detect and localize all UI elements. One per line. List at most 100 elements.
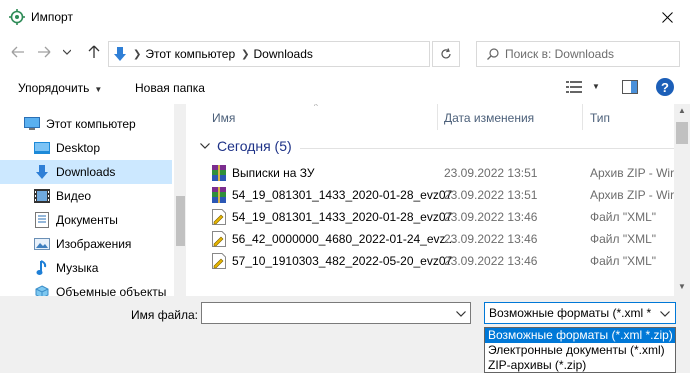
sidebar-item-documents[interactable]: Документы <box>0 208 172 232</box>
search-input[interactable]: Поиск в: Downloads <box>476 41 680 67</box>
filter-option[interactable]: ZIP-архивы (*.zip) <box>485 358 675 373</box>
sidebar-item-label: Музыка <box>56 261 99 275</box>
sort-caret-icon: ^ <box>314 104 318 111</box>
chevron-down-icon[interactable] <box>456 311 466 317</box>
sidebar-item-label: Видео <box>56 189 92 203</box>
up-button[interactable] <box>84 42 104 62</box>
file-type: Архив ZIP - Wir <box>590 166 675 180</box>
navigation-bar: ❯ Этот компьютер ❯ Downloads Поиск в: Do… <box>0 36 690 70</box>
scroll-down-icon[interactable]: ▼ <box>678 282 686 291</box>
file-name: 56_42_0000000_4680_2022-01-24_evz... <box>232 232 456 246</box>
filter-option[interactable]: Электронные документы (*.xml) <box>485 343 675 358</box>
file-date: 23.09.2022 13:51 <box>444 166 538 180</box>
file-name: Выписки на ЗУ <box>232 166 315 180</box>
file-name: 54_19_081301_1433_2020-01-28_evz07 <box>232 188 453 202</box>
file-date: 23.09.2022 13:46 <box>444 210 538 224</box>
sidebar-item-label: Downloads <box>56 165 116 179</box>
file-list-scrollbar[interactable]: ▲ ▼ <box>674 104 690 296</box>
navigation-pane: Этот компьютер Desktop Downloads Видео Д… <box>0 104 186 296</box>
arrow-right-icon <box>38 46 51 58</box>
file-row[interactable]: 57_10_1910303_482_2022-05-20_evz07 23.09… <box>192 250 674 272</box>
column-header-row: Имя Дата изменения Тип ^ <box>192 104 674 130</box>
sidebar-item-music[interactable]: Музыка <box>0 256 172 280</box>
sidebar-item-desktop[interactable]: Desktop <box>0 136 172 160</box>
sidebar-item-3d-objects[interactable]: Объемные объекты <box>0 280 172 296</box>
organize-button[interactable]: Упорядочить ▼ <box>18 81 102 95</box>
sidebar-item-this-pc[interactable]: Этот компьютер <box>0 112 172 136</box>
organize-label: Упорядочить <box>18 81 90 95</box>
video-folder-icon <box>34 188 50 204</box>
scroll-up-icon[interactable]: ▲ <box>678 106 686 115</box>
file-row[interactable]: 54_19_081301_1433_2020-01-28_evz07 23.09… <box>192 184 674 206</box>
download-arrow-icon <box>114 47 126 61</box>
file-type: Файл "XML" <box>590 232 657 246</box>
file-type: Архив ZIP - Wir <box>590 188 675 202</box>
music-note-icon <box>34 260 50 276</box>
computer-icon <box>24 116 40 132</box>
chevron-down-icon <box>200 143 210 149</box>
xml-file-icon <box>212 209 226 225</box>
title-bar: Импорт <box>0 0 690 36</box>
filename-label: Имя файла: <box>131 308 198 322</box>
sidebar-item-video[interactable]: Видео <box>0 184 172 208</box>
app-logo-icon <box>9 9 25 25</box>
download-arrow-icon <box>34 164 50 180</box>
forward-button[interactable] <box>34 42 54 62</box>
sidebar-scrollbar-thumb[interactable] <box>176 196 185 246</box>
filename-field[interactable] <box>201 302 471 324</box>
sidebar-item-label: Объемные объекты <box>56 285 167 296</box>
breadcrumb-downloads[interactable]: Downloads <box>254 47 313 61</box>
caret-down-icon: ▼ <box>94 85 103 94</box>
chevron-down-icon[interactable] <box>660 311 670 317</box>
sidebar-item-label: Документы <box>56 213 118 227</box>
arrow-left-icon <box>11 46 24 58</box>
file-name: 57_10_1910303_482_2022-05-20_evz07 <box>232 254 453 268</box>
column-header-date[interactable]: Дата изменения <box>444 111 534 125</box>
3d-objects-icon <box>34 284 50 296</box>
sidebar-scrollbar[interactable] <box>174 104 186 296</box>
column-divider[interactable] <box>582 104 583 130</box>
file-name: 54_19_081301_1433_2020-01-28_evz07 <box>232 210 453 224</box>
column-header-name[interactable]: Имя <box>212 111 235 125</box>
recent-locations-button[interactable] <box>60 42 74 62</box>
xml-file-icon <box>212 253 226 269</box>
column-header-type[interactable]: Тип <box>590 111 610 125</box>
group-label: Сегодня (5) <box>217 138 292 154</box>
caret-down-icon: ▼ <box>592 82 600 91</box>
filter-option[interactable]: Возможные форматы (*.xml *.zip) <box>485 328 675 343</box>
address-bar[interactable]: ❯ Этот компьютер ❯ Downloads <box>108 41 430 67</box>
group-divider <box>300 148 674 149</box>
desktop-folder-icon <box>34 140 50 156</box>
file-row[interactable]: 56_42_0000000_4680_2022-01-24_evz... 23.… <box>192 228 674 250</box>
file-row[interactable]: 54_19_081301_1433_2020-01-28_evz07 23.09… <box>192 206 674 228</box>
search-icon <box>487 48 499 60</box>
close-icon <box>661 11 673 23</box>
breadcrumb-this-pc[interactable]: Этот компьютер <box>145 47 235 61</box>
window-title: Импорт <box>31 10 73 24</box>
breadcrumb-separator-icon: ❯ <box>133 48 142 60</box>
help-icon: ? <box>656 78 674 96</box>
pictures-folder-icon <box>34 236 50 252</box>
column-divider[interactable] <box>437 104 438 130</box>
group-header-today[interactable]: Сегодня (5) <box>200 138 674 154</box>
documents-folder-icon <box>34 212 50 228</box>
preview-pane-button[interactable] <box>622 80 638 97</box>
help-button[interactable]: ? <box>656 78 674 99</box>
file-date: 23.09.2022 13:46 <box>444 254 538 268</box>
sidebar-item-label: Этот компьютер <box>46 117 136 131</box>
sidebar-item-label: Desktop <box>56 141 101 155</box>
sidebar-item-downloads[interactable]: Downloads <box>0 160 172 184</box>
refresh-button[interactable] <box>432 41 460 67</box>
file-row[interactable]: Выписки на ЗУ 23.09.2022 13:51 Архив ZIP… <box>192 162 674 184</box>
search-placeholder: Поиск в: Downloads <box>505 47 614 61</box>
back-button[interactable] <box>8 42 28 62</box>
close-button[interactable] <box>644 0 690 34</box>
change-view-button[interactable]: ▼ <box>566 80 600 97</box>
file-type-filter[interactable]: Возможные форматы (*.xml * <box>484 302 676 324</box>
breadcrumb-separator-icon: ❯ <box>241 48 250 60</box>
sidebar-item-pictures[interactable]: Изображения <box>0 232 172 256</box>
file-list-scrollbar-thumb[interactable] <box>676 122 688 144</box>
file-type-dropdown-list: Возможные форматы (*.xml *.zip) Электрон… <box>484 327 676 373</box>
new-folder-button[interactable]: Новая папка <box>135 81 205 95</box>
svg-text:?: ? <box>661 80 669 95</box>
